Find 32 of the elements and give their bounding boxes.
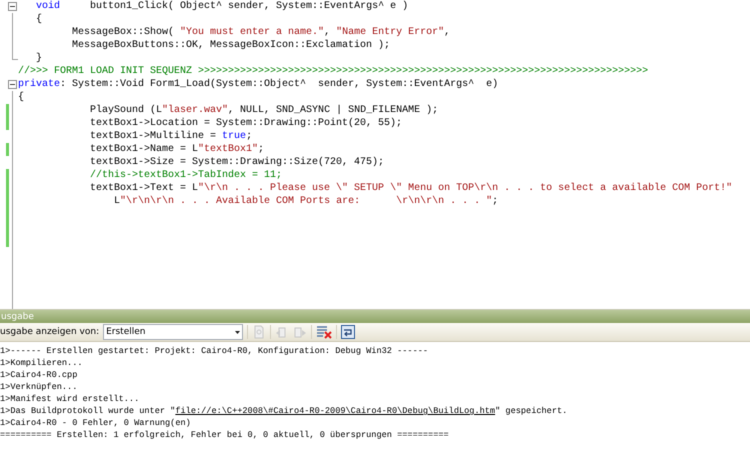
panel-title: usgabe <box>0 312 34 322</box>
file-link[interactable]: file://e:\C++2008\#Cairo4-R0-2009\Cairo4-R0\Debug\BuildLog.htm <box>175 406 496 416</box>
code-line: PlaySound (L"laser.wav", NULL, SND_ASYNC | SND_FILENAME ); <box>89 104 438 117</box>
output-line: 1>------ Erstellen gestartet: Projekt: Cairo4-R0, Konfiguration: Debug Win32 ------ <box>0 345 430 357</box>
code-line: MessageBox::Show( "You must enter a name.", "Name Entry Error", <box>71 26 450 39</box>
output-line: 1>Manifest wird erstellt... <box>0 393 140 405</box>
code-line: textBox1->Size = System::Drawing::Size(720, 475); <box>89 156 384 169</box>
output-line: 1>Verknüpfen... <box>0 381 78 393</box>
code-line: L"\r\n\r\n . . . Available COM Ports are: \r\n\r\n . . . "; <box>113 195 498 208</box>
output-line: 1>Kompilieren... <box>0 357 84 369</box>
code-line: textBox1->Name = L"textBox1"; <box>89 143 264 156</box>
code-line: textBox1->Text = L"\r\n . . . Please use \" SETUP \" Menu on TOP\r\n . . . to select a available COM Port!" <box>89 182 732 195</box>
collapse-icon[interactable] <box>8 80 17 89</box>
code-line: //>>> FORM1 LOAD INIT SEQUENZ >>>>>>>>>>>>>>>>>>>>>>>>>>>>>>>>>>>>>>>>>>>>>>>>>>>>>>>>>>>>>>>>>>>>>>>>>>> <box>18 65 648 78</box>
code-line: private: System::Void Form1_Load(System::Object^ sender, System::EventArgs^ e) <box>18 78 498 91</box>
output-line: ========== Erstellen: 1 erfolgreich, Fehler bei 0, 0 aktuell, 0 übersprungen ========== <box>0 429 450 441</box>
output-line: 1>Das Buildprotokoll wurde unter "file://e:\C++2008\#Cairo4-R0-2009\Cairo4-R0\Debug\BuildLog.htm" gespeichert. <box>0 405 568 417</box>
word-wrap-icon[interactable] <box>341 325 356 339</box>
clear-all-icon[interactable] <box>316 325 332 339</box>
code-line: { <box>35 13 42 26</box>
output-line: 1>Cairo4-R0.cpp <box>0 369 78 381</box>
collapse-icon[interactable] <box>8 2 17 11</box>
show-output-label: usgabe anzeigen von: <box>0 327 100 337</box>
code-line: //this->textBox1->TabIndex = 11; <box>89 169 282 182</box>
code-line: textBox1->Multiline = true; <box>89 130 252 143</box>
code-line: } <box>35 52 42 65</box>
output-source-dropdown[interactable]: Erstellen <box>103 324 244 340</box>
code-line: void button1_Click( Object^ sender, System::EventArgs^ e ) <box>35 0 408 13</box>
code-line: { <box>18 91 24 104</box>
code-line: MessageBoxButtons::OK, MessageBoxIcon::Exclamation ); <box>71 39 390 52</box>
output-line: 1>Cairo4-R0 - 0 Fehler, 0 Warnung(en) <box>0 417 192 429</box>
code-line: textBox1->Location = System::Drawing::Point(20, 55); <box>89 117 402 130</box>
